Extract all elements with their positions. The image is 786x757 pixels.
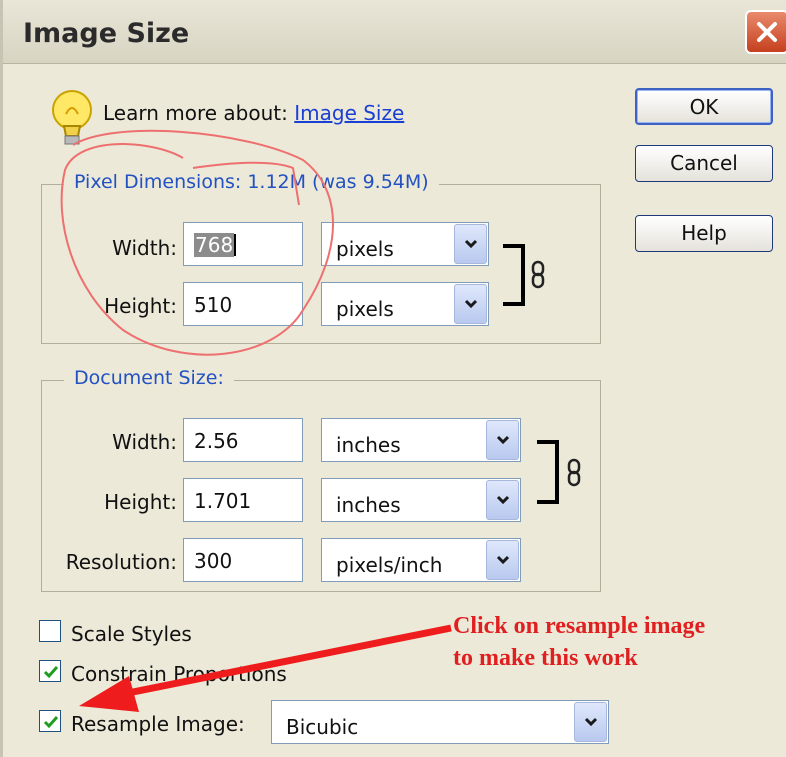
resample-image-checkbox[interactable] (39, 710, 61, 732)
chevron-down-icon (584, 717, 598, 727)
pixel-height-unit-select[interactable]: pixels (321, 282, 489, 326)
window-title: Image Size (23, 18, 190, 49)
cancel-button[interactable]: Cancel (635, 145, 773, 182)
pixel-width-input[interactable]: 768 (183, 222, 303, 266)
pixel-height-label: Height: (104, 294, 177, 318)
chain-link-icon (567, 458, 581, 487)
scale-styles-checkbox[interactable] (39, 620, 61, 642)
pixel-width-value: 768 (194, 233, 235, 257)
chevron-down-icon (496, 435, 510, 445)
pixel-height-value: 510 (194, 293, 233, 317)
dropdown-button[interactable] (486, 480, 519, 520)
dropdown-button[interactable] (486, 540, 519, 580)
resolution-unit-select[interactable]: pixels/inch (321, 538, 521, 582)
doc-width-unit-select[interactable]: inches (321, 418, 521, 462)
learn-more-row: Learn more about: Image Size (103, 101, 404, 125)
doc-height-input[interactable]: 1.701 (183, 478, 303, 522)
chain-link-icon (531, 260, 545, 289)
resample-image-label: Resample Image: (71, 712, 245, 736)
doc-width-label: Width: (112, 430, 177, 454)
doc-height-value: 1.701 (194, 489, 252, 513)
document-size-legend: Document Size: (64, 367, 234, 389)
doc-width-unit: inches (336, 433, 401, 457)
close-icon (757, 22, 777, 42)
pixel-height-input[interactable]: 510 (183, 282, 303, 326)
resolution-unit: pixels/inch (336, 553, 443, 577)
checkmark-icon (43, 716, 59, 729)
resample-method-value: Bicubic (286, 715, 359, 739)
annotation-line-2: to make this work (453, 645, 638, 671)
annotation-callout: Click on resample image to make this wor… (453, 610, 773, 674)
scale-styles-label: Scale Styles (71, 622, 192, 646)
pixel-height-unit: pixels (336, 297, 394, 321)
dropdown-button[interactable] (574, 702, 607, 742)
resolution-input[interactable]: 300 (183, 538, 303, 582)
close-button[interactable] (745, 10, 786, 54)
pixel-width-unit-select[interactable]: pixels (321, 222, 489, 266)
dropdown-button[interactable] (454, 224, 487, 264)
doc-link-bracket (537, 440, 559, 504)
pixel-dimensions-legend: Pixel Dimensions: 1.12M (was 9.54M) (64, 171, 439, 193)
lightbulb-icon (52, 90, 92, 145)
annotation-line-1: Click on resample image (453, 613, 706, 639)
chevron-down-icon (464, 239, 478, 249)
learn-more-label: Learn more about: (103, 101, 288, 125)
chevron-down-icon (496, 555, 510, 565)
pixel-width-unit: pixels (336, 237, 394, 261)
resample-method-select[interactable]: Bicubic (271, 700, 609, 744)
pixel-width-label: Width: (112, 236, 177, 260)
doc-height-unit: inches (336, 493, 401, 517)
title-bar[interactable]: Image Size (3, 0, 786, 64)
learn-more-link[interactable]: Image Size (294, 101, 404, 125)
constrain-proportions-label: Constrain Proportions (71, 662, 287, 686)
resolution-value: 300 (194, 549, 233, 573)
ok-button[interactable]: OK (635, 88, 773, 125)
checkmark-icon (43, 666, 59, 679)
text-caret (234, 234, 237, 256)
doc-height-label: Height: (104, 490, 177, 514)
chevron-down-icon (496, 495, 510, 505)
resolution-label: Resolution: (65, 550, 177, 574)
pixel-link-bracket (503, 244, 525, 306)
dropdown-button[interactable] (454, 284, 487, 324)
doc-height-unit-select[interactable]: inches (321, 478, 521, 522)
help-button[interactable]: Help (635, 215, 773, 252)
dropdown-button[interactable] (486, 420, 519, 460)
doc-width-input[interactable]: 2.56 (183, 418, 303, 462)
constrain-proportions-checkbox[interactable] (39, 660, 61, 682)
doc-width-value: 2.56 (194, 429, 239, 453)
chevron-down-icon (464, 299, 478, 309)
image-size-dialog: Image Size Learn more about: Image Size … (0, 0, 786, 757)
